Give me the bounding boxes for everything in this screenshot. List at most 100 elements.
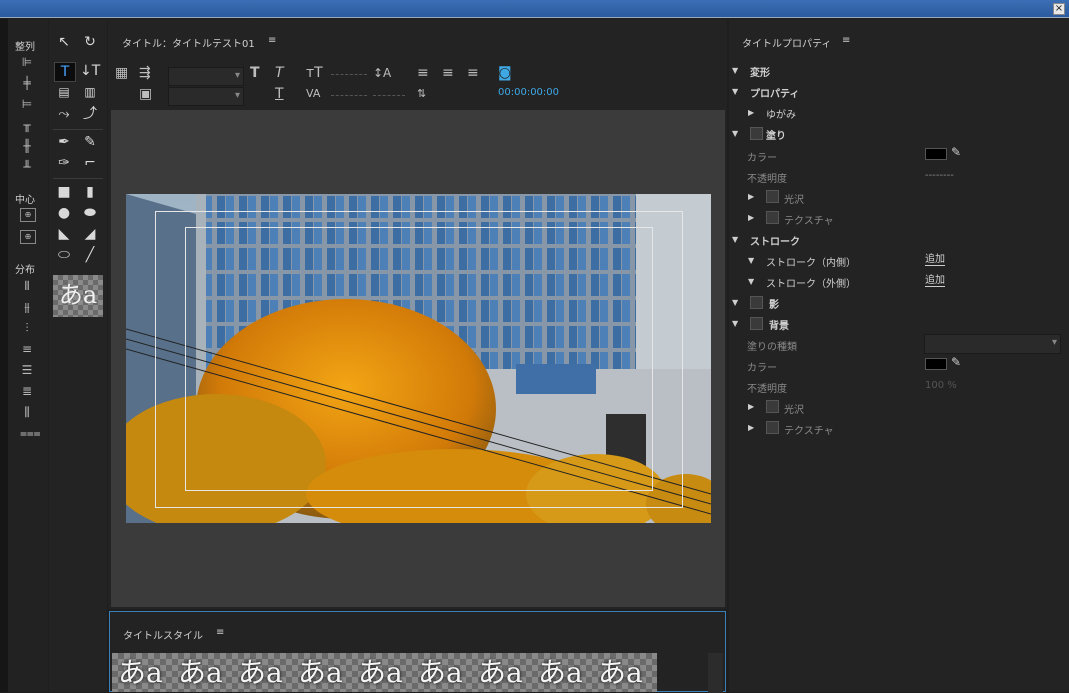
style-thumb[interactable]: あa [352,653,417,692]
texture-checkbox[interactable] [766,211,779,224]
eyedropper-icon[interactable]: ✎ [951,355,961,369]
style-thumb[interactable]: あa [172,653,237,692]
font-size-field[interactable] [331,74,367,75]
add-inner-stroke-link[interactable]: 追加 [925,250,945,266]
style-thumb[interactable]: あa [532,653,597,692]
collapse-triangle-icon[interactable]: ▶ [748,192,754,201]
style-thumb[interactable]: あa [472,653,537,692]
eyedropper-icon[interactable]: ✎ [951,145,961,159]
convert-anchor-tool-icon[interactable]: ⌐ [80,154,100,172]
ellipse-tool-icon[interactable]: ⬭ [54,246,74,264]
font-family-dropdown[interactable] [168,67,244,86]
align-top-icon[interactable]: ╥ [20,118,34,132]
expand-triangle-icon[interactable]: ▼ [732,66,738,75]
align-right-text-icon[interactable]: ≡ [467,65,479,81]
expand-triangle-icon[interactable]: ▼ [732,129,738,138]
inner-stroke-row[interactable]: ストローク（内側） [766,254,856,269]
pen-tool-icon[interactable]: ✒ [54,133,74,151]
expand-triangle-icon[interactable]: ▼ [748,277,754,286]
bg-color-swatch[interactable] [925,358,947,370]
expand-triangle-icon[interactable]: ▼ [732,319,738,328]
fill-opacity-value[interactable]: -------- [925,170,954,181]
collapse-triangle-icon[interactable]: ▶ [748,423,754,432]
collapse-triangle-icon[interactable]: ▶ [748,108,754,117]
leading-field[interactable] [373,95,405,96]
wedge-tool-icon[interactable]: ◣ [54,225,74,243]
distribute-left-icon[interactable]: ⫴ [20,279,34,293]
align-left-text-icon[interactable]: ≡ [417,65,429,81]
vertical-type-tool-icon[interactable]: ↓T [80,62,100,80]
leading-icon[interactable]: ↕A [373,65,391,81]
outer-stroke-row[interactable]: ストローク（外側） [766,275,856,290]
fill-type-dropdown[interactable] [924,334,1061,354]
rotation-tool-icon[interactable]: ↻ [80,33,100,51]
selection-tool-icon[interactable]: ↖ [54,33,74,51]
styles-scrollbar[interactable] [708,653,723,693]
align-bottom-icon[interactable]: ╨ [20,160,34,174]
shadow-checkbox[interactable] [750,296,763,309]
add-outer-stroke-link[interactable]: 追加 [925,271,945,287]
expand-triangle-icon[interactable]: ▼ [732,298,738,307]
style-thumb[interactable]: あa [112,653,177,692]
rectangle-tool-icon[interactable]: ■ [54,183,74,201]
align-right-icon[interactable]: ⊨ [20,97,34,111]
distribute-space-v-icon[interactable]: ⩶ [20,426,41,440]
center-horizontal-icon[interactable]: ⊕ [20,208,36,222]
templates-icon[interactable]: ▣ [139,86,152,102]
vertical-area-type-tool-icon[interactable]: ▥ [80,83,100,101]
kerning-icon[interactable]: VA [306,86,320,102]
background-checkbox[interactable] [750,317,763,330]
distort-row[interactable]: ゆがみ [766,106,796,121]
path-type-tool-icon[interactable]: ⤳ [54,105,74,123]
font-size-icon[interactable]: тT [306,65,323,81]
sheen-row[interactable]: 光沢 [784,191,804,206]
expand-triangle-icon[interactable]: ▼ [732,235,738,244]
fill-color-swatch[interactable] [925,148,947,160]
line-tool-icon[interactable]: ╱ [80,246,100,264]
rounded-rectangle-tool-icon[interactable]: ▮ [80,183,100,201]
align-left-icon[interactable]: ⊫ [20,55,34,69]
title-panel-menu-icon[interactable]: ≡ [268,35,276,46]
align-center-text-icon[interactable]: ≡ [442,65,454,81]
collapse-triangle-icon[interactable]: ▶ [748,213,754,222]
timecode[interactable]: 00:00:00:00 [498,87,559,98]
bg-texture-row[interactable]: テクスチャ [784,422,834,437]
properties-section[interactable]: プロパティ [750,85,799,100]
align-center-v-icon[interactable]: ╫ [20,139,34,153]
type-tool-icon[interactable]: T [54,62,76,82]
distribute-right-icon[interactable]: ⫶ [20,321,34,335]
bold-icon[interactable]: T [250,65,260,81]
sheen-checkbox[interactable] [766,190,779,203]
strokes-section[interactable]: ストローク [750,233,800,248]
bg-sheen-checkbox[interactable] [766,400,779,413]
area-type-tool-icon[interactable]: ▤ [54,83,74,101]
bg-sheen-row[interactable]: 光沢 [784,401,804,416]
title-styles-menu-icon[interactable]: ≡ [216,627,224,638]
tab-stops-icon[interactable]: ⇅ [417,86,426,102]
style-thumb[interactable]: あa [412,653,477,692]
distribute-center-h-icon[interactable]: ⫵ [20,300,34,314]
style-thumb[interactable]: あa [592,653,657,692]
align-center-h-icon[interactable]: ╪ [20,76,34,90]
texture-row[interactable]: テクスチャ [784,212,834,227]
shadow-section[interactable]: 影 [769,296,779,311]
rounded-corner-tool-icon[interactable]: ⬬ [80,204,100,222]
expand-triangle-icon[interactable]: ▼ [748,256,754,265]
delete-anchor-tool-icon[interactable]: ✎ [80,133,100,151]
arc-tool-icon[interactable]: ◢ [80,225,100,243]
vertical-path-type-tool-icon[interactable]: ⤴ [80,105,100,123]
collapse-triangle-icon[interactable]: ▶ [748,402,754,411]
distribute-top-icon[interactable]: ≡ [20,342,34,356]
expand-triangle-icon[interactable]: ▼ [732,87,738,96]
canvas-area[interactable] [111,110,725,607]
roll-crawl-icon[interactable]: ⇶ [139,65,151,81]
bg-texture-checkbox[interactable] [766,421,779,434]
distribute-center-v-icon[interactable]: ☰ [20,363,34,377]
fill-section[interactable]: 塗り [766,127,786,142]
background-section[interactable]: 背景 [769,317,789,332]
properties-menu-icon[interactable]: ≡ [842,35,850,46]
style-thumb[interactable]: あa [292,653,357,692]
close-icon[interactable]: × [1053,3,1065,15]
show-background-video-icon[interactable]: ◙ [498,65,512,81]
center-vertical-icon[interactable]: ⊕ [20,230,36,244]
